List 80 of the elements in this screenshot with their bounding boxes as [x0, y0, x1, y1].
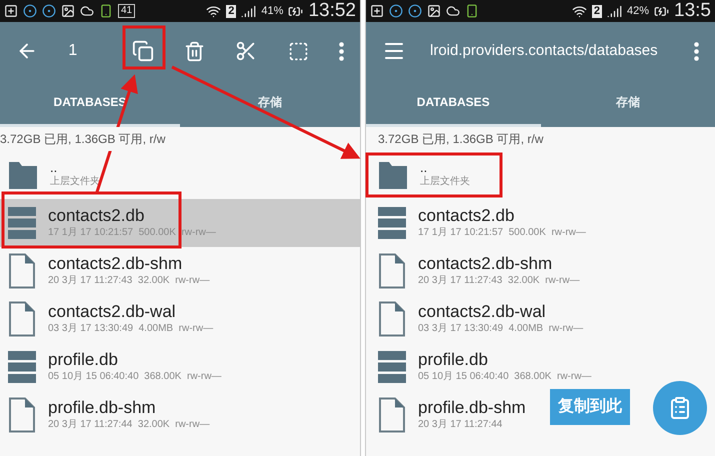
file-icon — [8, 397, 36, 433]
dashed-square-icon — [288, 40, 309, 62]
file-details: 20 3月 17 11:27:44 32.00K rw-rw— — [48, 418, 210, 432]
wifi-icon — [206, 4, 222, 18]
notification-icon — [370, 4, 384, 18]
copy-icon — [132, 40, 154, 62]
wifi-icon — [572, 4, 587, 18]
file-details: 03 3月 17 13:30:49 4.00MB rw-rw— — [418, 322, 584, 336]
battery-percent: 41% — [261, 4, 284, 19]
more-options-icon — [338, 42, 344, 60]
notification-count: 41 — [118, 4, 136, 18]
path-title: lroid.providers.contacts/databases — [430, 40, 659, 61]
file-details: 上层文件夹 — [420, 175, 470, 189]
file-name: .. — [50, 161, 58, 175]
file-icon — [378, 301, 406, 337]
more-options-button[interactable] — [694, 42, 699, 60]
notification-icon — [465, 4, 479, 18]
file-details: 03 3月 17 13:30:49 4.00MB rw-rw— — [48, 322, 214, 336]
signal-icon — [606, 4, 622, 18]
file-details: 20 3月 17 11:27:43 32.00K rw-rw— — [418, 274, 580, 288]
clock: 13:52 — [308, 0, 356, 22]
copy-button[interactable] — [132, 40, 154, 62]
file-details: 上层文件夹 — [50, 175, 100, 189]
database-icon — [8, 206, 36, 240]
notification-icon — [408, 4, 422, 18]
notification-icon — [23, 4, 37, 18]
file-details: 20 3月 17 11:27:43 32.00K rw-rw— — [48, 274, 210, 288]
file-icon — [378, 397, 406, 433]
scissors-icon — [235, 40, 258, 62]
trash-icon — [184, 40, 205, 62]
file-icon — [378, 253, 406, 289]
file-icon — [8, 253, 36, 289]
tab[interactable]: 存储 — [180, 80, 360, 127]
folder-icon — [378, 159, 408, 191]
file-details: 05 10月 15 06:40:40 368.00K rw-rw— — [418, 370, 592, 384]
file-details: 05 10月 15 06:40:40 368.00K rw-rw— — [48, 370, 222, 384]
notification-icon — [389, 4, 403, 18]
database-icon — [378, 350, 406, 384]
more-options-icon — [694, 42, 699, 60]
tab[interactable]: 存储 — [540, 80, 715, 127]
notification-icon — [99, 4, 113, 18]
cloud-icon — [446, 4, 460, 18]
file-name: contacts2.db — [418, 206, 516, 226]
paste-hint-tooltip: 复制到此 — [550, 389, 630, 425]
notification-icon — [61, 4, 75, 18]
storage-info: 3.72GB 已用, 1.36GB 可用, r/w — [0, 127, 166, 151]
select-all-button[interactable] — [288, 40, 309, 62]
file-name: .. — [420, 161, 428, 175]
file-icon — [8, 301, 36, 337]
file-name: contacts2.db — [48, 206, 146, 226]
file-row[interactable]: contacts2.db 17 1月 17 10:21:57 500.00K rw-rw— — [0, 199, 360, 247]
clock: 13:5 — [674, 0, 711, 22]
more-options-button[interactable] — [338, 42, 344, 60]
battery-percent: 42% — [626, 4, 650, 19]
clipboard-icon — [668, 396, 692, 420]
cut-button[interactable] — [235, 40, 258, 62]
file-name: profile.db — [48, 350, 119, 370]
highlight-frame — [122, 26, 166, 70]
file-details: 20 3月 17 11:27:44 — [418, 418, 504, 432]
sim-indicator: 2 — [592, 4, 602, 18]
selection-count: 1 — [68, 41, 78, 61]
file-name: contacts2.db-wal — [48, 302, 177, 322]
file-name: profile.db-shm — [418, 398, 526, 418]
database-icon — [8, 350, 36, 384]
file-name: contacts2.db-wal — [418, 302, 547, 322]
database-icon — [378, 206, 406, 240]
notification-icon — [42, 4, 56, 18]
signal-icon — [241, 4, 256, 18]
notification-icon — [427, 4, 441, 18]
delete-button[interactable] — [184, 40, 205, 62]
file-name: profile.db-shm — [48, 398, 157, 418]
file-name: profile.db — [418, 350, 489, 370]
file-details: 17 1月 17 10:21:57 500.00K rw-rw— — [418, 226, 586, 240]
notification-icon — [4, 4, 18, 18]
sim-indicator: 2 — [226, 4, 236, 18]
file-name: contacts2.db-shm — [418, 254, 554, 274]
file-details: 17 1月 17 10:21:57 500.00K rw-rw— — [48, 226, 216, 240]
folder-icon — [8, 159, 38, 191]
file-name: contacts2.db-shm — [48, 254, 184, 274]
cloud-icon — [80, 4, 94, 18]
